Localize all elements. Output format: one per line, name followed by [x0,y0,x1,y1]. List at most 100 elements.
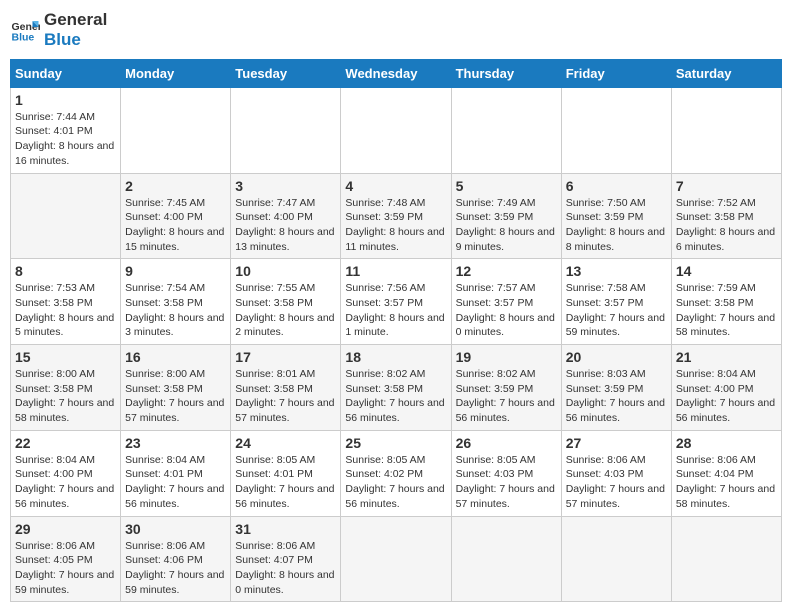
sunset-label: Sunset: 3:58 PM [15,297,93,309]
sunrise-label: Sunrise: 8:06 AM [235,540,315,552]
sunset-label: Sunset: 4:01 PM [125,468,203,480]
calendar-empty [341,87,451,173]
day-info: Sunrise: 7:58 AM Sunset: 3:57 PM Dayligh… [566,281,667,340]
sunset-label: Sunset: 3:58 PM [235,297,313,309]
daylight-label: Daylight: 7 hours and 57 minutes. [235,397,334,424]
day-number: 9 [125,263,226,279]
day-number: 19 [456,349,557,365]
day-number: 7 [676,178,777,194]
day-info: Sunrise: 8:05 AM Sunset: 4:02 PM Dayligh… [345,453,446,512]
daylight-label: Daylight: 7 hours and 56 minutes. [125,483,224,510]
sunrise-label: Sunrise: 8:00 AM [15,368,95,380]
sunset-label: Sunset: 3:59 PM [566,383,644,395]
sunrise-label: Sunrise: 7:59 AM [676,282,756,294]
day-number: 1 [15,92,116,108]
calendar-day-17: 17 Sunrise: 8:01 AM Sunset: 3:58 PM Dayl… [231,345,341,431]
day-info: Sunrise: 7:59 AM Sunset: 3:58 PM Dayligh… [676,281,777,340]
daylight-label: Daylight: 7 hours and 57 minutes. [566,483,665,510]
calendar-week-4: 15 Sunrise: 8:00 AM Sunset: 3:58 PM Dayl… [11,345,782,431]
daylight-label: Daylight: 8 hours and 13 minutes. [235,226,334,253]
day-info: Sunrise: 8:04 AM Sunset: 4:00 PM Dayligh… [676,367,777,426]
daylight-label: Daylight: 7 hours and 58 minutes. [676,312,775,339]
day-number: 30 [125,521,226,537]
sunrise-label: Sunrise: 8:05 AM [456,454,536,466]
sunrise-label: Sunrise: 8:03 AM [566,368,646,380]
daylight-label: Daylight: 8 hours and 0 minutes. [235,569,334,596]
weekday-header-monday: Monday [121,59,231,87]
daylight-label: Daylight: 7 hours and 58 minutes. [15,397,114,424]
day-number: 24 [235,435,336,451]
sunrise-label: Sunrise: 8:06 AM [15,540,95,552]
calendar-day-6: 6 Sunrise: 7:50 AM Sunset: 3:59 PM Dayli… [561,173,671,259]
sunset-label: Sunset: 3:58 PM [676,297,754,309]
day-number: 16 [125,349,226,365]
daylight-label: Daylight: 7 hours and 56 minutes. [566,397,665,424]
sunset-label: Sunset: 4:01 PM [15,125,93,137]
day-info: Sunrise: 7:47 AM Sunset: 4:00 PM Dayligh… [235,196,336,255]
day-info: Sunrise: 8:06 AM Sunset: 4:07 PM Dayligh… [235,539,336,598]
sunrise-label: Sunrise: 7:47 AM [235,197,315,209]
daylight-label: Daylight: 7 hours and 56 minutes. [15,483,114,510]
day-info: Sunrise: 8:04 AM Sunset: 4:01 PM Dayligh… [125,453,226,512]
calendar-day-29: 29 Sunrise: 8:06 AM Sunset: 4:05 PM Dayl… [11,516,121,602]
daylight-label: Daylight: 7 hours and 56 minutes. [345,397,444,424]
day-info: Sunrise: 8:02 AM Sunset: 3:58 PM Dayligh… [345,367,446,426]
calendar-day-12: 12 Sunrise: 7:57 AM Sunset: 3:57 PM Dayl… [451,259,561,345]
calendar-day-5: 5 Sunrise: 7:49 AM Sunset: 3:59 PM Dayli… [451,173,561,259]
sunset-label: Sunset: 4:00 PM [676,383,754,395]
daylight-label: Daylight: 8 hours and 3 minutes. [125,312,224,339]
logo: General Blue General Blue [10,10,107,51]
calendar-week-6: 29 Sunrise: 8:06 AM Sunset: 4:05 PM Dayl… [11,516,782,602]
day-info: Sunrise: 8:06 AM Sunset: 4:03 PM Dayligh… [566,453,667,512]
sunrise-label: Sunrise: 7:58 AM [566,282,646,294]
day-info: Sunrise: 8:00 AM Sunset: 3:58 PM Dayligh… [15,367,116,426]
sunrise-label: Sunrise: 8:04 AM [676,368,756,380]
calendar-day-25: 25 Sunrise: 8:05 AM Sunset: 4:02 PM Dayl… [341,430,451,516]
sunrise-label: Sunrise: 8:04 AM [15,454,95,466]
day-number: 27 [566,435,667,451]
calendar-day-24: 24 Sunrise: 8:05 AM Sunset: 4:01 PM Dayl… [231,430,341,516]
sunrise-label: Sunrise: 8:01 AM [235,368,315,380]
calendar-day-10: 10 Sunrise: 7:55 AM Sunset: 3:58 PM Dayl… [231,259,341,345]
sunset-label: Sunset: 4:05 PM [15,554,93,566]
day-number: 5 [456,178,557,194]
day-info: Sunrise: 7:49 AM Sunset: 3:59 PM Dayligh… [456,196,557,255]
sunrise-label: Sunrise: 8:06 AM [676,454,756,466]
day-number: 29 [15,521,116,537]
day-info: Sunrise: 8:03 AM Sunset: 3:59 PM Dayligh… [566,367,667,426]
day-number: 21 [676,349,777,365]
day-info: Sunrise: 7:50 AM Sunset: 3:59 PM Dayligh… [566,196,667,255]
calendar-day-11: 11 Sunrise: 7:56 AM Sunset: 3:57 PM Dayl… [341,259,451,345]
day-info: Sunrise: 8:05 AM Sunset: 4:01 PM Dayligh… [235,453,336,512]
calendar-day-31: 31 Sunrise: 8:06 AM Sunset: 4:07 PM Dayl… [231,516,341,602]
sunset-label: Sunset: 4:02 PM [345,468,423,480]
calendar-table: SundayMondayTuesdayWednesdayThursdayFrid… [10,59,782,603]
calendar-day-20: 20 Sunrise: 8:03 AM Sunset: 3:59 PM Dayl… [561,345,671,431]
day-number: 17 [235,349,336,365]
sunrise-label: Sunrise: 7:53 AM [15,282,95,294]
sunrise-label: Sunrise: 8:02 AM [345,368,425,380]
daylight-label: Daylight: 7 hours and 57 minutes. [456,483,555,510]
sunrise-label: Sunrise: 7:49 AM [456,197,536,209]
sunset-label: Sunset: 4:06 PM [125,554,203,566]
sunrise-label: Sunrise: 7:55 AM [235,282,315,294]
sunrise-label: Sunrise: 8:00 AM [125,368,205,380]
weekday-header-friday: Friday [561,59,671,87]
weekday-header-thursday: Thursday [451,59,561,87]
daylight-label: Daylight: 8 hours and 16 minutes. [15,140,114,167]
daylight-label: Daylight: 7 hours and 56 minutes. [235,483,334,510]
calendar-empty [671,87,781,173]
calendar-day-26: 26 Sunrise: 8:05 AM Sunset: 4:03 PM Dayl… [451,430,561,516]
sunset-label: Sunset: 4:04 PM [676,468,754,480]
sunset-label: Sunset: 4:00 PM [125,211,203,223]
sunset-label: Sunset: 4:00 PM [235,211,313,223]
sunset-label: Sunset: 3:57 PM [566,297,644,309]
daylight-label: Daylight: 7 hours and 56 minutes. [456,397,555,424]
daylight-label: Daylight: 8 hours and 0 minutes. [456,312,555,339]
day-number: 25 [345,435,446,451]
day-info: Sunrise: 8:04 AM Sunset: 4:00 PM Dayligh… [15,453,116,512]
day-number: 4 [345,178,446,194]
day-number: 23 [125,435,226,451]
sunrise-label: Sunrise: 7:50 AM [566,197,646,209]
weekday-header-saturday: Saturday [671,59,781,87]
